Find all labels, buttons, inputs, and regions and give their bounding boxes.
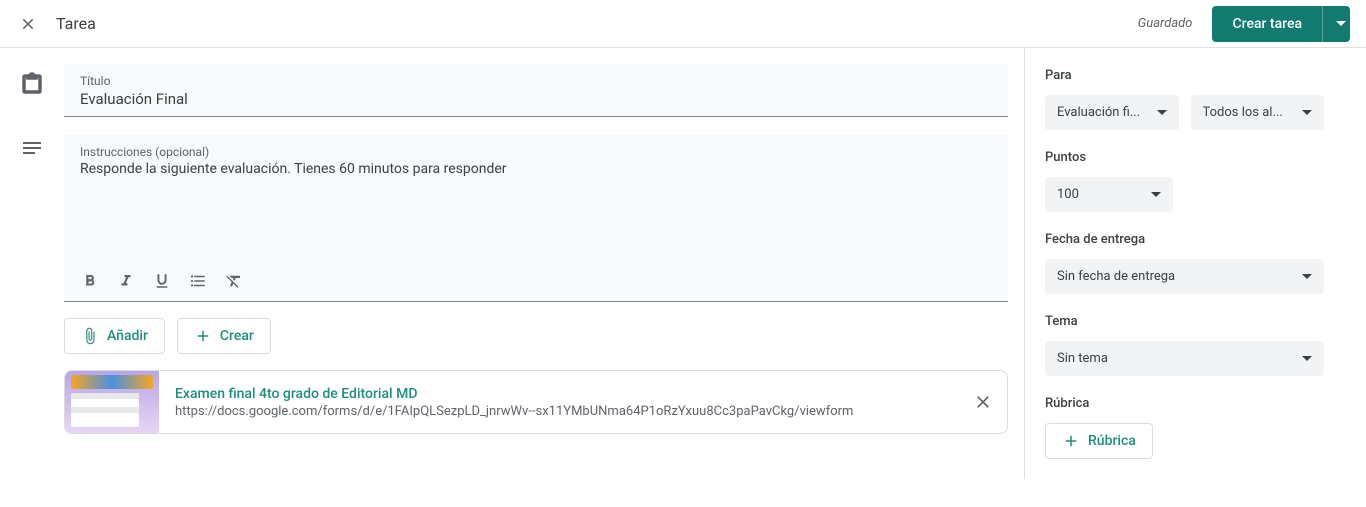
close-icon — [973, 392, 993, 412]
text-format-icon[interactable] — [20, 136, 44, 160]
italic-button[interactable] — [116, 271, 136, 291]
chevron-down-icon — [1302, 274, 1312, 279]
due-date-value: Sin fecha de entrega — [1057, 269, 1175, 284]
create-button-label: Crear — [220, 328, 254, 344]
instructions-input[interactable]: Responde la siguiente evaluación. Tienes… — [80, 161, 992, 261]
plus-icon — [194, 327, 212, 345]
list-icon — [189, 272, 207, 290]
create-task-button[interactable]: Crear tarea — [1212, 6, 1322, 42]
add-button-label: Añadir — [107, 328, 148, 344]
create-task-dropdown[interactable] — [1322, 6, 1350, 42]
points-selector[interactable]: 100 — [1045, 177, 1173, 212]
points-label: Puntos — [1045, 150, 1324, 165]
add-attachment-button[interactable]: Añadir — [64, 318, 165, 354]
chevron-down-icon — [1157, 110, 1167, 115]
remove-attachment-button[interactable] — [959, 392, 1007, 412]
topic-label: Tema — [1045, 314, 1324, 329]
add-rubric-button[interactable]: Rúbrica — [1045, 423, 1153, 459]
chevron-down-icon — [1302, 356, 1312, 361]
attachment-url: https://docs.google.com/forms/d/e/1FAIpQ… — [175, 404, 943, 419]
class-selector[interactable]: Evaluación fi... — [1045, 95, 1179, 130]
rubric-button-label: Rúbrica — [1088, 433, 1136, 449]
due-date-label: Fecha de entrega — [1045, 232, 1324, 247]
create-attachment-button[interactable]: Crear — [177, 318, 271, 354]
saved-status: Guardado — [1138, 16, 1193, 31]
close-icon — [19, 15, 37, 33]
underline-icon — [153, 272, 171, 290]
attachment-thumbnail — [65, 371, 159, 433]
attachment-icon — [81, 327, 99, 345]
title-field-label: Título — [80, 74, 992, 88]
chevron-down-icon — [1336, 21, 1346, 26]
chevron-down-icon — [1151, 192, 1161, 197]
due-date-selector[interactable]: Sin fecha de entrega — [1045, 259, 1324, 294]
topic-selector[interactable]: Sin tema — [1045, 341, 1324, 376]
chevron-down-icon — [1302, 110, 1312, 115]
class-value: Evaluación fi... — [1057, 105, 1140, 120]
page-type-label: Tarea — [56, 14, 96, 33]
attachment-card[interactable]: Examen final 4to grado de Editorial MD h… — [64, 370, 1008, 434]
assignment-type-icon[interactable] — [20, 72, 44, 96]
bold-button[interactable] — [80, 271, 100, 291]
instructions-field-label: Instrucciones (opcional) — [80, 145, 992, 159]
bold-icon — [81, 272, 99, 290]
for-label: Para — [1045, 68, 1324, 83]
rubric-label: Rúbrica — [1045, 396, 1324, 411]
topic-value: Sin tema — [1057, 351, 1108, 366]
clear-format-icon — [225, 272, 243, 290]
italic-icon — [117, 272, 135, 290]
underline-button[interactable] — [152, 271, 172, 291]
students-selector[interactable]: Todos los al... — [1191, 95, 1325, 130]
bulleted-list-button[interactable] — [188, 271, 208, 291]
plus-icon — [1062, 432, 1080, 450]
title-input[interactable] — [80, 90, 992, 108]
attachment-title: Examen final 4to grado de Editorial MD — [175, 386, 943, 402]
close-button[interactable] — [16, 12, 40, 36]
points-value: 100 — [1057, 187, 1079, 202]
clear-formatting-button[interactable] — [224, 271, 244, 291]
students-value: Todos los al... — [1203, 105, 1283, 120]
